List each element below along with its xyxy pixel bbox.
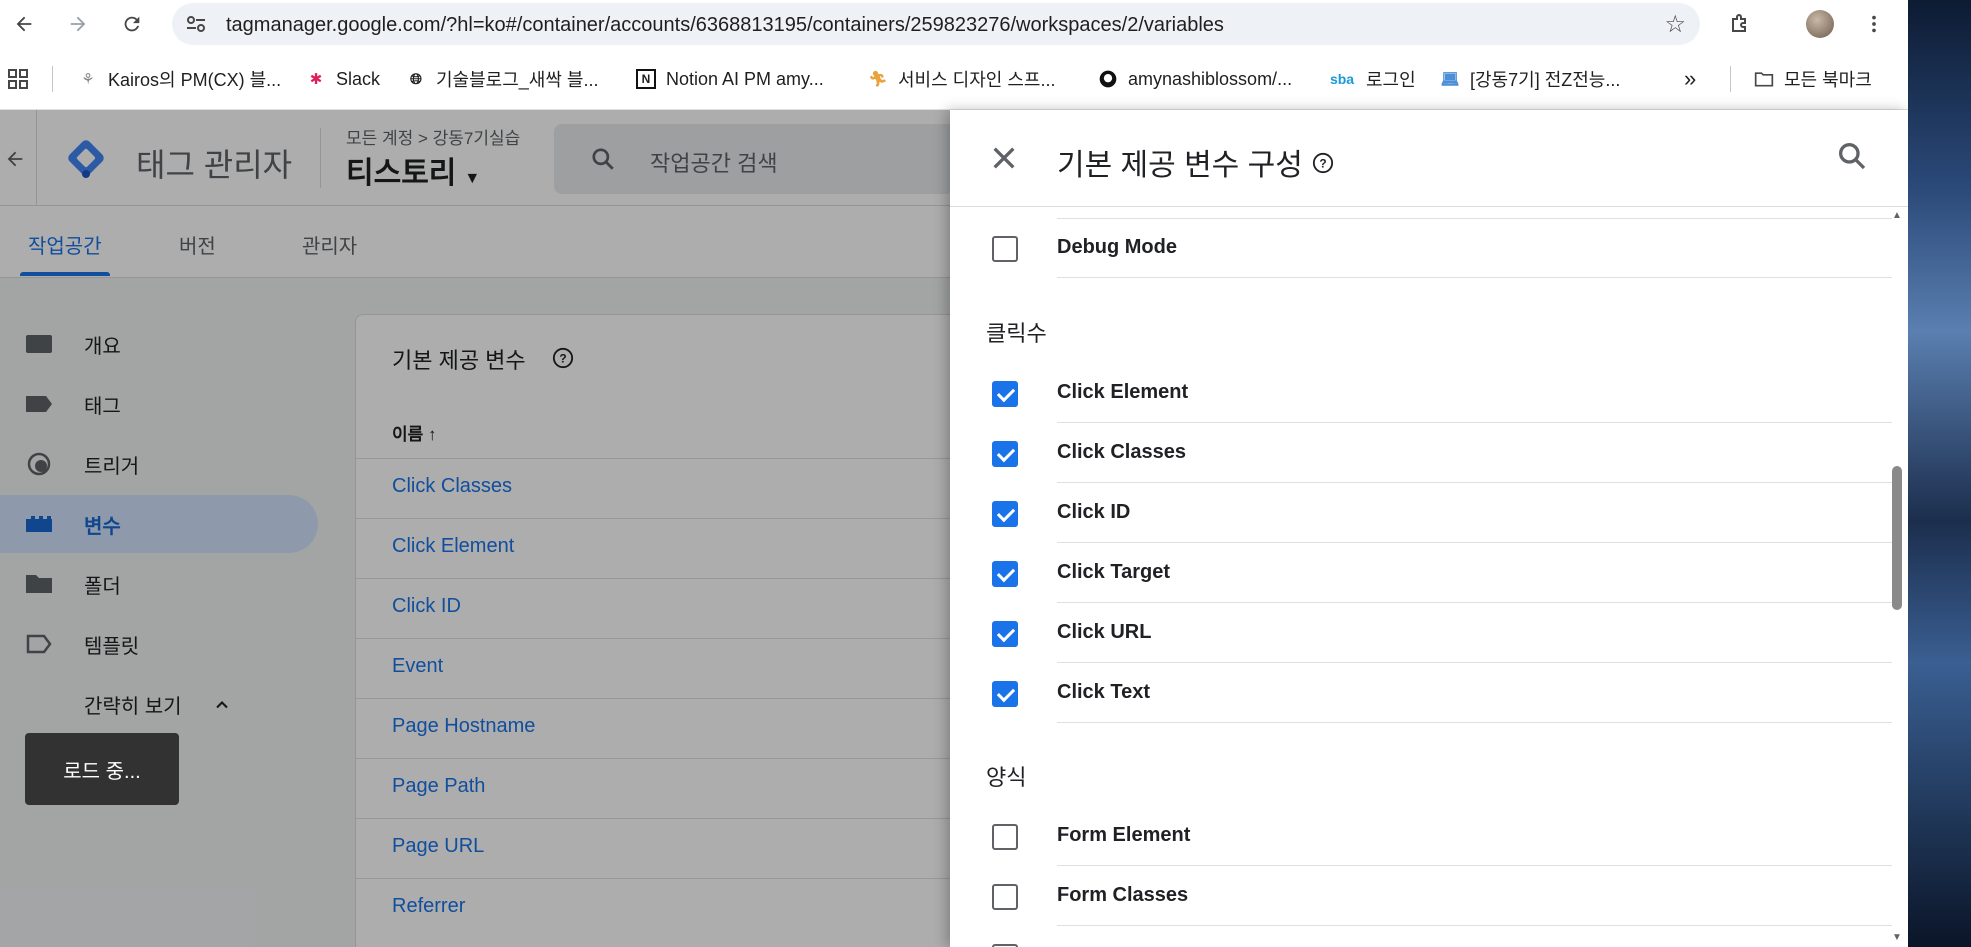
click-id-checkbox[interactable]	[992, 501, 1018, 527]
puzzle-icon	[1732, 14, 1746, 32]
profile-avatar[interactable]	[1802, 6, 1838, 42]
bookmark-item[interactable]: N Notion AI PM amy...	[636, 64, 824, 94]
arrow-left-icon	[16, 16, 32, 32]
debug-mode-checkbox[interactable]	[992, 236, 1018, 262]
address-bar[interactable]: tagmanager.google.com/?hl=ko#/container/…	[172, 3, 1700, 45]
configure-built-in-variables-panel: 기본 제공 변수 구성 ? Debug Mode 클릭수 Click Eleme…	[950, 110, 1908, 947]
panel-header: 기본 제공 변수 구성 ?	[950, 110, 1908, 207]
laptop-icon: 💻︎	[1440, 71, 1460, 88]
checkbox-row-click-id[interactable]: Click ID	[992, 483, 1892, 543]
kairos-icon: ⚘	[81, 71, 95, 88]
github-icon	[1098, 69, 1118, 89]
click-element-checkbox[interactable]	[992, 381, 1018, 407]
extensions-button[interactable]	[1722, 6, 1758, 42]
click-classes-checkbox[interactable]	[992, 441, 1018, 467]
arrow-right-icon	[70, 16, 86, 32]
bookmark-item[interactable]: 🏃︎ 서비스 디자인 스프...	[868, 64, 1055, 94]
checkbox-row-click-target[interactable]: Click Target	[992, 543, 1892, 603]
click-url-checkbox[interactable]	[992, 621, 1018, 647]
checkbox-row-debug-mode[interactable]: Debug Mode	[992, 218, 1892, 278]
browser-menu-button[interactable]	[1856, 6, 1892, 42]
section-title-clicks: 클릭수	[986, 321, 1047, 346]
bookmarks-divider	[52, 66, 53, 92]
bookmark-item[interactable]: 🌐︎ 기술블로그_새싹 블...	[406, 64, 599, 94]
browser-toolbar: tagmanager.google.com/?hl=ko#/container/…	[0, 0, 1908, 48]
loading-toast: 로드 중...	[25, 733, 179, 805]
slack-icon: ✱	[309, 71, 323, 88]
checkbox-row-click-classes[interactable]: Click Classes	[992, 423, 1892, 483]
bookmark-item[interactable]: sba 로그인	[1328, 64, 1416, 94]
section-title-forms: 양식	[986, 765, 1027, 790]
svg-text:?: ?	[1319, 157, 1326, 171]
bookmark-item[interactable]: 💻︎ [강동7기] 전Z전능...	[1440, 64, 1620, 94]
modal-scrim[interactable]	[0, 110, 950, 947]
reload-icon	[124, 16, 140, 32]
form-element-checkbox[interactable]	[992, 824, 1018, 850]
scroll-up-arrow-icon[interactable]: ▲	[1892, 210, 1902, 221]
checkbox-row-click-url[interactable]: Click URL	[992, 603, 1892, 663]
bookmark-item[interactable]: amynashiblossom/...	[1098, 64, 1292, 94]
folder-icon	[1754, 69, 1774, 89]
click-text-checkbox[interactable]	[992, 681, 1018, 707]
forward-button[interactable]	[60, 6, 96, 42]
checkbox-row-click-element[interactable]: Click Element	[992, 363, 1892, 423]
all-bookmarks-folder[interactable]: 모든 북마크	[1754, 64, 1872, 94]
search-icon[interactable]	[1836, 140, 1868, 172]
checkbox-row-partial[interactable]	[992, 926, 1892, 947]
desktop-wallpaper	[1908, 0, 1971, 947]
reload-button[interactable]	[114, 6, 150, 42]
url-text[interactable]: tagmanager.google.com/?hl=ko#/container/…	[226, 14, 1224, 37]
bookmarks-divider	[1730, 66, 1731, 92]
checkbox-row-form-element[interactable]: Form Element	[992, 806, 1892, 866]
bookmarks-overflow-button[interactable]: »	[1684, 64, 1696, 94]
back-button[interactable]	[6, 6, 42, 42]
bookmark-item[interactable]: ✱ Slack	[306, 64, 380, 94]
globe-icon: 🌐︎	[409, 70, 422, 88]
more-vert-icon	[1872, 15, 1876, 33]
checkbox-row-click-text[interactable]: Click Text	[992, 663, 1892, 723]
form-classes-checkbox[interactable]	[992, 884, 1018, 910]
scroll-down-arrow-icon[interactable]: ▼	[1892, 932, 1902, 943]
bookmark-item[interactable]: ⚘ Kairos의 PM(CX) 블...	[78, 64, 281, 94]
close-icon[interactable]	[988, 142, 1020, 174]
bookmarks-bar: ⚘ Kairos의 PM(CX) 블... ✱ Slack 🌐︎ 기술블로그_새싹 블…	[0, 48, 1908, 110]
click-target-checkbox[interactable]	[992, 561, 1018, 587]
panel-title: 기본 제공 변수 구성	[1057, 149, 1303, 182]
runner-icon: 🏃︎	[868, 71, 888, 88]
notion-icon: N	[636, 69, 656, 89]
checkbox-row-form-classes[interactable]: Form Classes	[992, 866, 1892, 926]
apps-icon[interactable]	[6, 64, 30, 94]
help-icon[interactable]: ?	[1312, 152, 1334, 174]
scrollbar-thumb[interactable]	[1892, 466, 1902, 610]
site-settings-icon[interactable]	[184, 12, 208, 36]
sba-icon: sba	[1329, 71, 1355, 87]
bookmark-star-icon[interactable]: ☆	[1664, 10, 1686, 39]
